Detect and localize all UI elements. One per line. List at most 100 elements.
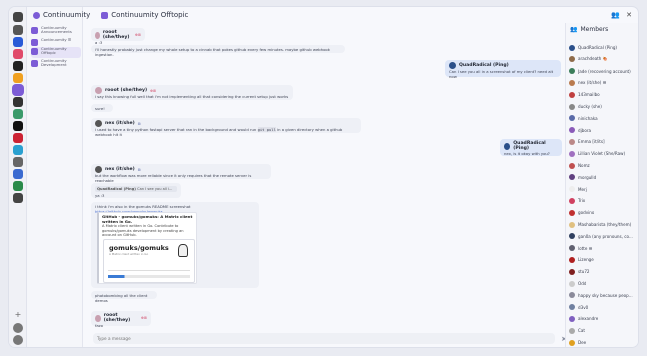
member-item[interactable]: Nomz (569, 162, 638, 169)
message[interactable]: photobombing all the client demos (91, 291, 157, 303)
member-item[interactable]: Trix (569, 197, 638, 204)
space-icon-6[interactable] (13, 97, 23, 107)
member-name: Nomz (578, 163, 590, 168)
member-item[interactable]: ducky (she) (569, 103, 638, 110)
message[interactable]: nex (it/she) ⊞ but the workflow was more… (91, 164, 271, 183)
avatar[interactable] (95, 120, 102, 127)
username[interactable]: QuadRadical (Ping) (459, 63, 509, 68)
member-item[interactable]: Lillian Violet (She/Raw) (569, 150, 638, 157)
member-item[interactable]: arachdeath 🍖 (569, 56, 638, 63)
avatar (569, 44, 575, 51)
avatar (569, 162, 575, 169)
member-item[interactable]: QuadRadical (Ping) (569, 44, 638, 51)
username[interactable]: nex (it/she) (105, 121, 135, 126)
member-item[interactable]: stu72 (569, 268, 638, 275)
member-item[interactable]: Emma [it/its] (569, 138, 638, 145)
member-item[interactable]: alexandre (569, 315, 638, 322)
message-text: Can I see you all in a screenshot of my … (449, 69, 554, 79)
message[interactable]: QuadRadical (Ping) Can I see you all i..… (91, 183, 181, 198)
avatar[interactable] (95, 87, 102, 94)
reply-text: Can I see you all i... (137, 187, 173, 191)
message[interactable]: rooot (she/they) ⊕⊞ i say this knowing f… (91, 85, 293, 100)
message[interactable]: sure! (91, 104, 113, 112)
member-name: Emma [it/its] (578, 139, 605, 145)
space-icon-3[interactable] (13, 61, 23, 71)
avatar (569, 256, 575, 263)
avatar[interactable] (449, 62, 456, 69)
avatar (569, 339, 575, 346)
room-item-development[interactable]: Continuumity Development (31, 58, 81, 71)
member-item[interactable]: Dee (569, 339, 638, 346)
member-item[interactable]: Mashabarista (they/them) (569, 221, 638, 228)
username[interactable]: rooot (she/they) (105, 88, 147, 93)
member-item[interactable]: djbora (569, 127, 638, 134)
member-item[interactable]: happy sky because peop... (569, 292, 638, 299)
member-item[interactable]: nex (it/she) ☰ (569, 79, 638, 86)
message-own[interactable]: QuadRadical (Ping) Can I see you all in … (445, 60, 561, 79)
space-icon-7[interactable] (13, 109, 23, 119)
member-item[interactable]: Lizenge (569, 256, 638, 263)
member-item[interactable]: Cat (569, 327, 638, 334)
member-name: lotte ☰ (578, 245, 593, 251)
message[interactable]: nex (it/she) ⊞ i used to have a tiny pyt… (91, 118, 361, 137)
space-icon-11[interactable] (13, 157, 23, 167)
member-item[interactable]: Jade (recovering account) (569, 68, 638, 75)
member-item[interactable]: 143mailbo (569, 91, 638, 98)
member-name: Odd (578, 281, 587, 286)
member-item[interactable]: gan0a (any pronouns, co... (569, 233, 638, 240)
preview-image[interactable]: gomuks/gomuks A Matrix client written in… (103, 239, 195, 283)
member-name: alexandre (578, 316, 599, 322)
close-icon[interactable]: ✕ (626, 11, 632, 19)
space-icon-12[interactable] (13, 169, 23, 179)
room-avatar-icon (101, 11, 109, 19)
preview-stats-bar (108, 275, 190, 278)
member-item[interactable]: lotte ☰ (569, 245, 638, 252)
message[interactable]: rooot (she/they) ⊕⊞ a :3 (91, 28, 145, 45)
space-icon-14[interactable] (13, 193, 23, 203)
space-icon-13[interactable] (13, 181, 23, 191)
space-icon-1[interactable] (13, 37, 23, 47)
member-item[interactable]: godvino (569, 209, 638, 216)
space-icon-8[interactable] (13, 121, 23, 131)
settings-icon[interactable] (13, 335, 23, 345)
member-name: morgulld (578, 174, 597, 180)
username[interactable]: rooot (she/they) (104, 313, 138, 323)
message-input[interactable] (93, 336, 555, 341)
member-item[interactable]: morgulld (569, 174, 638, 181)
room-item-offtopic[interactable]: Continuumity Offtopic (31, 46, 81, 58)
avatar (569, 197, 575, 204)
username[interactable]: rooot (she/they) (103, 30, 132, 40)
message[interactable]: i'll honestly probably just change my wh… (91, 45, 345, 57)
message-own[interactable]: QuadRadical (Ping) nex, is it okay with … (500, 139, 562, 156)
space-icon-4[interactable] (13, 73, 23, 83)
avatar[interactable] (95, 314, 101, 322)
reply-quote[interactable]: QuadRadical (Ping) Can I see you all i..… (95, 186, 177, 192)
message[interactable]: rooot (she/they) ⊕⊞ fazo (91, 311, 151, 328)
member-name: Lillian Violet (She/Raw) (578, 151, 626, 157)
member-item[interactable]: d3v0 (569, 304, 638, 311)
room-name: Continuumity Development (41, 58, 67, 68)
space-icon-9[interactable] (13, 133, 23, 143)
space-icon-2[interactable] (13, 49, 23, 59)
member-item[interactable]: Odd (569, 280, 638, 287)
members-toggle-icon[interactable]: 👥 (611, 11, 620, 19)
avatar[interactable] (95, 166, 102, 173)
avatar (569, 327, 575, 334)
member-item[interactable]: Merj (569, 186, 638, 193)
space-icon-10[interactable] (13, 145, 23, 155)
home-icon[interactable] (13, 12, 23, 22)
username[interactable]: nex (it/she) (105, 167, 135, 172)
add-space-icon[interactable]: + (13, 311, 23, 321)
preview-image-title: gomuks/gomuks (109, 244, 169, 252)
member-item[interactable]: ninichaka (569, 115, 638, 122)
avatar[interactable] (95, 31, 100, 39)
direct-messages-icon[interactable] (13, 25, 23, 35)
explore-icon[interactable] (13, 323, 23, 333)
space-icon-continuumity[interactable] (13, 85, 23, 95)
avatar (569, 245, 575, 252)
avatar (569, 315, 575, 322)
member-name: QuadRadical (Ping) (578, 45, 618, 50)
username[interactable]: QuadRadical (Ping) (513, 141, 558, 151)
avatar[interactable] (504, 142, 511, 150)
members-title: Members (580, 26, 609, 33)
